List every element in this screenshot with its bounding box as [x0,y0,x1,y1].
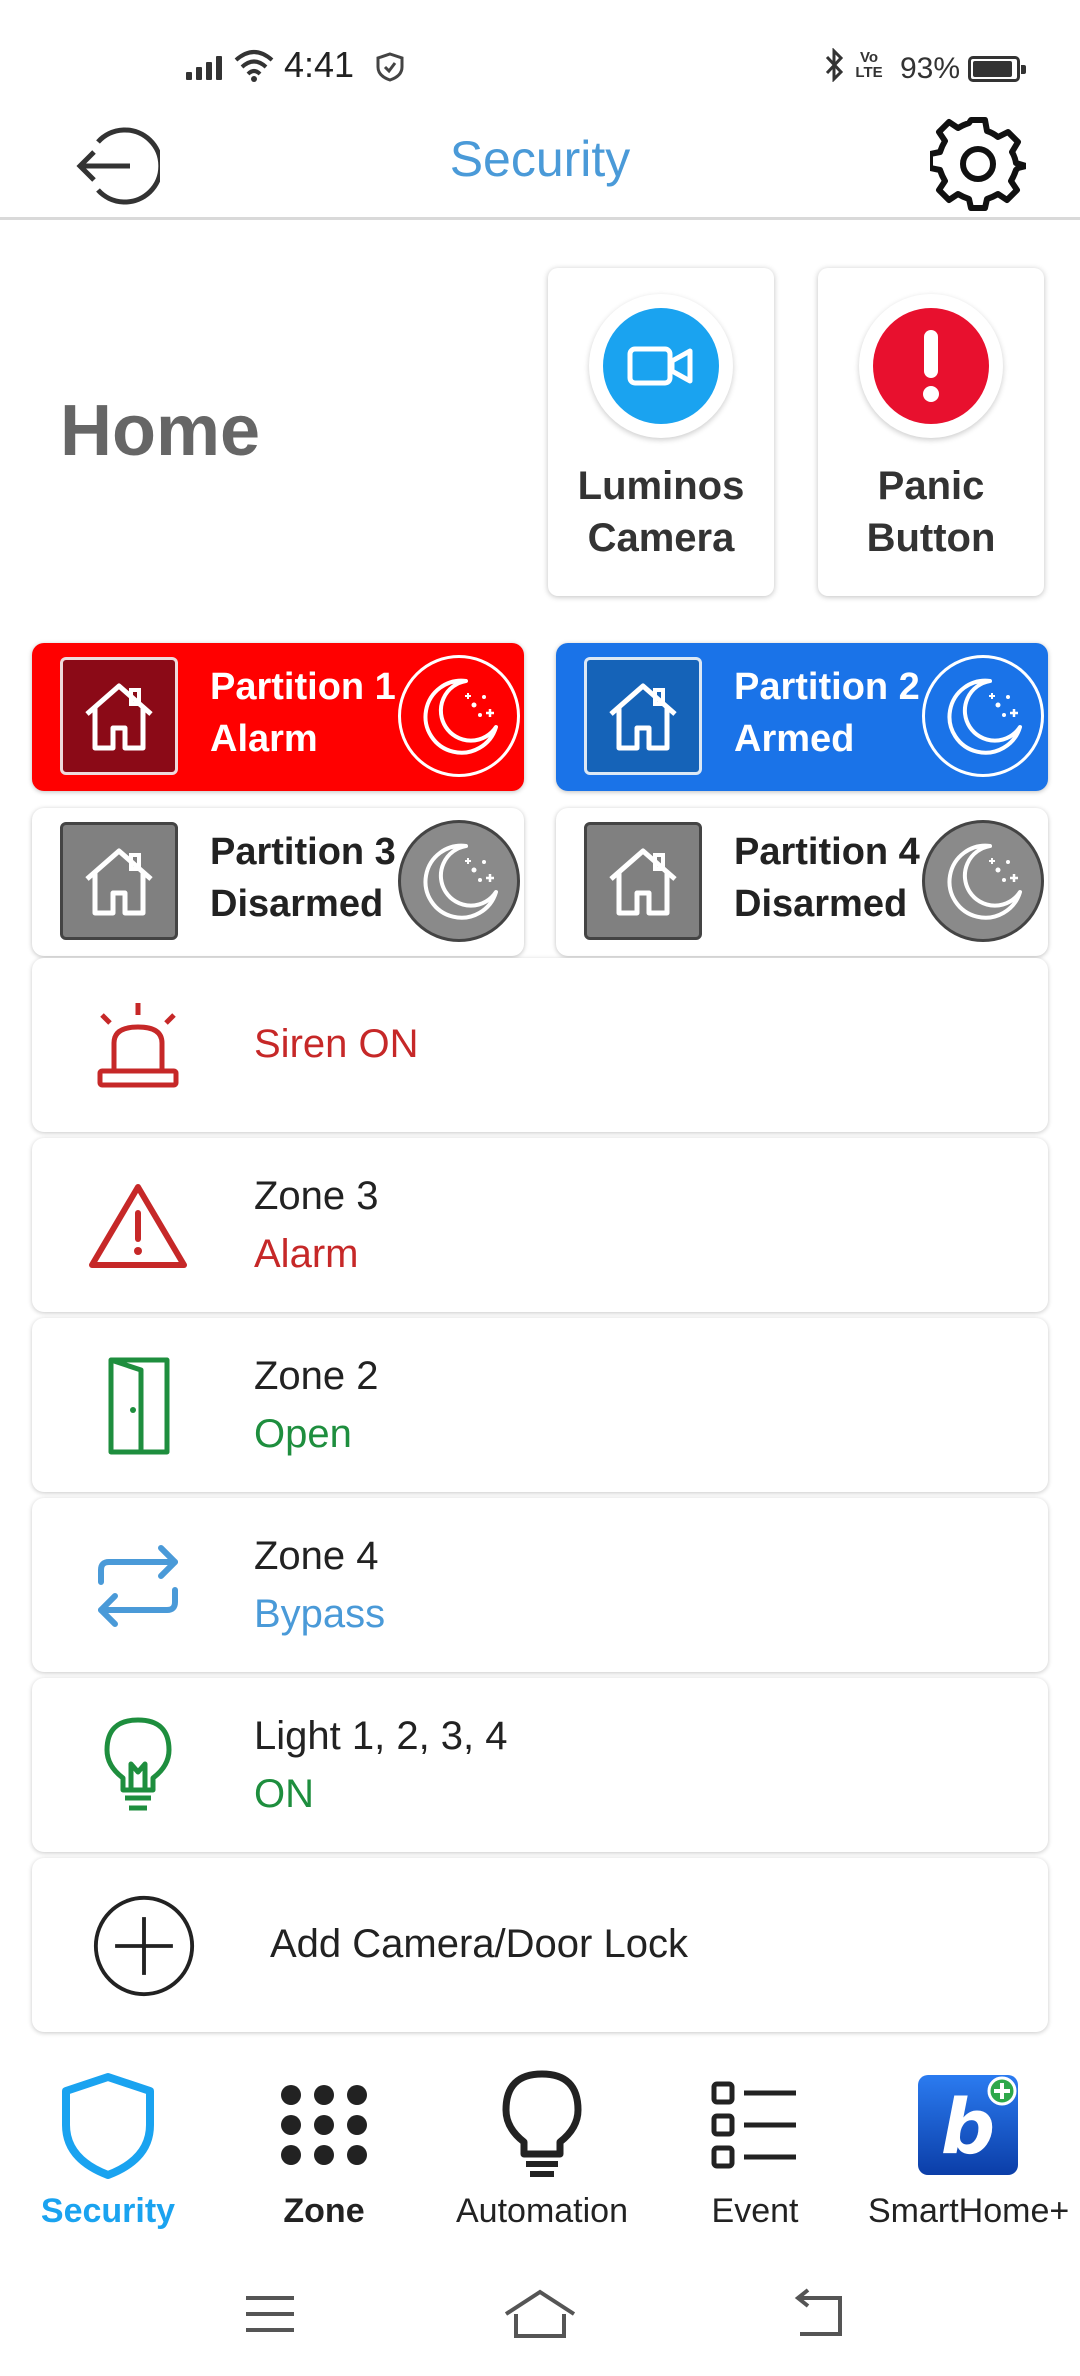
event-item-4[interactable]: Zone 4 Bypass [32,1498,1048,1672]
page-title: Security [449,131,631,187]
partition-status: Disarmed [734,883,908,925]
house-icon [60,657,178,775]
quick-action-label: Panic Button [866,464,996,560]
shield-icon [53,2070,163,2180]
event-item-5[interactable]: Light 1, 2, 3, 4 ON [32,1678,1048,1852]
bluetooth-icon [825,48,844,82]
partition-status: Alarm [210,718,318,760]
nav-label: SmartHome+ [868,2192,1070,2230]
app-header: Security [0,110,1080,220]
warning-icon [86,1174,190,1278]
nav-security[interactable]: Security [18,2070,198,2231]
house-icon [60,822,178,940]
volte-indicator: Vo LTE [855,49,883,81]
lightbulb-outline-icon [487,2070,597,2180]
partition-name: Partition 3 [210,831,396,873]
smarthome-app-icon: b [913,2070,1023,2180]
event-status: ON [254,1772,314,1816]
nav-zone[interactable]: Zone [234,2070,414,2231]
event-status: Open [254,1412,352,1456]
bypass-icon [86,1534,190,1638]
wifi-icon [234,50,274,82]
event-title: Light 1, 2, 3, 4 [254,1714,508,1758]
nav-label: Automation [456,2192,628,2230]
house-icon [584,822,702,940]
system-navigation-bar [0,2260,1080,2376]
siren-icon [86,994,190,1098]
home-title: Home [60,391,261,471]
partition-card-4[interactable]: Partition 4 Disarmed [556,808,1048,956]
camera-circle [589,294,733,438]
lightbulb-icon [86,1714,190,1818]
partition-status: Disarmed [210,883,384,925]
status-time: 4:41 [284,44,355,85]
partition-name: Partition 1 [210,666,396,708]
exclamation-icon [873,308,989,424]
partition-name: Partition 2 [734,666,920,708]
list-icon [700,2070,810,2180]
panic-circle [859,294,1003,438]
signal-icon [186,54,224,80]
event-title: Zone 4 [254,1534,379,1578]
door-icon [86,1354,190,1458]
event-title: Zone 2 [254,1354,379,1398]
partition-card-1[interactable]: Partition 1 Alarm [32,643,524,791]
event-title: Siren ON [254,1022,419,1066]
house-icon [584,657,702,775]
status-bar: 4:41 Vo LTE 93% [0,0,1080,120]
night-mode-moon-icon[interactable] [398,820,520,942]
nav-label: Zone [283,2192,365,2230]
event-item-2[interactable]: Zone 3 Alarm [32,1138,1048,1312]
battery-percent: 93% [900,52,961,85]
panic-button[interactable]: Panic Button [818,268,1044,596]
event-title: Zone 3 [254,1174,379,1218]
battery-icon [968,56,1026,82]
back-nav-icon[interactable] [790,2284,850,2344]
menu-icon[interactable] [240,2284,300,2344]
gear-icon[interactable] [930,116,1026,212]
event-item-3[interactable]: Zone 2 Open [32,1318,1048,1492]
home-nav-icon[interactable] [500,2284,580,2344]
quick-action-label: Luminos Camera [577,464,745,560]
night-mode-moon-icon[interactable] [922,820,1044,942]
bottom-navigation: Security Zone Automation Event b SmartHo… [0,2050,1080,2250]
partition-status: Armed [734,718,855,760]
partition-card-3[interactable]: Partition 3 Disarmed [32,808,524,956]
night-mode-moon-icon[interactable] [922,655,1044,777]
night-mode-moon-icon[interactable] [398,655,520,777]
event-item-1[interactable]: Siren ON [32,958,1048,1132]
luminos-camera-button[interactable]: Luminos Camera [548,268,774,596]
event-status: Alarm [254,1232,359,1276]
nav-label: Security [40,2192,176,2230]
event-status: Bypass [254,1592,386,1636]
grid-dots-icon [269,2070,379,2180]
video-camera-icon [603,308,719,424]
plus-circle-icon [92,1894,196,1998]
partition-card-2[interactable]: Partition 2 Armed [556,643,1048,791]
nav-smarthome[interactable]: b SmartHome+ [868,2070,1070,2231]
partition-name: Partition 4 [734,831,920,873]
svg-text:b: b [941,2082,995,2171]
nav-label: Event [711,2192,799,2230]
add-camera-door-lock-button[interactable]: Add Camera/Door Lock [32,1858,1048,2032]
vpn-shield-icon [376,52,404,82]
add-item-label: Add Camera/Door Lock [270,1922,688,1966]
nav-event[interactable]: Event [665,2070,845,2231]
nav-automation[interactable]: Automation [432,2070,652,2231]
